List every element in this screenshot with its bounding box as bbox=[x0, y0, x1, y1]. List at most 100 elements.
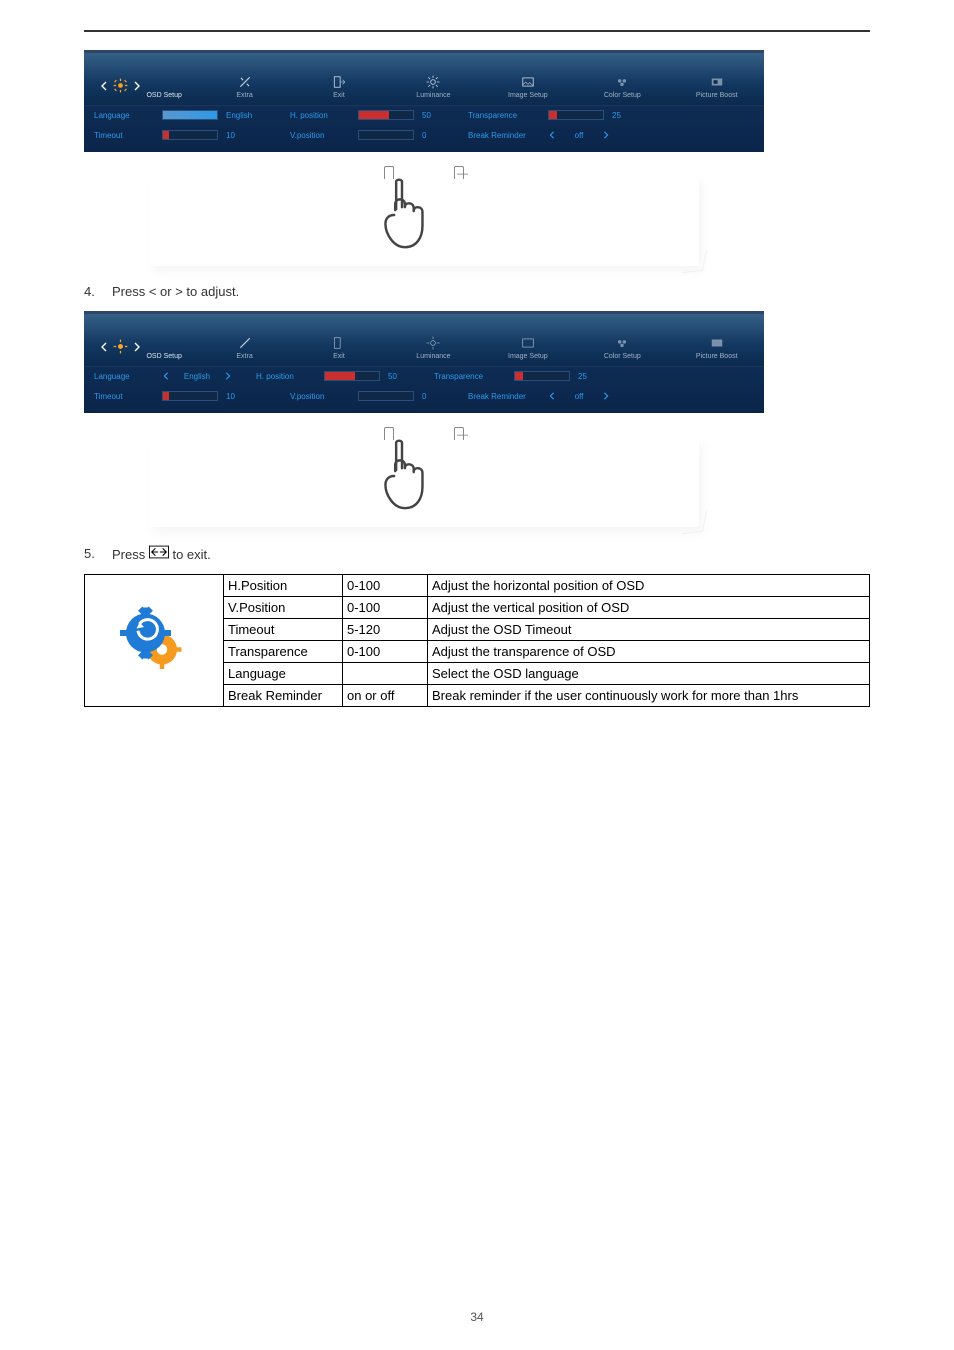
param-value: 50 bbox=[422, 111, 444, 120]
sun-icon bbox=[426, 336, 440, 350]
param-value: 25 bbox=[578, 372, 600, 381]
osd-panel-2: OSD Setup Extra Exit Luminance Image Set… bbox=[84, 311, 764, 533]
exit-icon bbox=[332, 336, 346, 350]
param-range: 5-120 bbox=[343, 619, 428, 641]
top-rule bbox=[84, 30, 870, 32]
tab-label: Luminance bbox=[416, 353, 450, 360]
param-label: Timeout bbox=[94, 392, 154, 401]
tab-extra[interactable]: Extra bbox=[197, 336, 291, 366]
param-desc: Select the OSD language bbox=[428, 663, 870, 685]
param-desc: Adjust the transparence of OSD bbox=[428, 641, 870, 663]
param-value: 0 bbox=[422, 392, 444, 401]
param-value: off bbox=[564, 131, 594, 140]
osd-params-table: H.Position 0-100 Adjust the horizontal p… bbox=[84, 574, 870, 707]
param-value: 0 bbox=[422, 131, 444, 140]
param-name: Timeout bbox=[224, 619, 343, 641]
slider[interactable] bbox=[162, 130, 218, 140]
param-range: on or off bbox=[343, 685, 428, 707]
tab-extra[interactable]: Extra bbox=[197, 75, 291, 105]
osd-panel-1: OSD Setup Extra Exit Luminance Image Set… bbox=[84, 50, 764, 272]
tools-icon bbox=[238, 75, 252, 89]
osd-tabs: OSD Setup Extra Exit Luminance Image Set… bbox=[84, 314, 764, 366]
param-label: H. position bbox=[290, 111, 350, 120]
tab-color-setup[interactable]: Color Setup bbox=[575, 336, 669, 366]
param-value: English bbox=[226, 111, 266, 120]
slider[interactable] bbox=[548, 110, 604, 120]
tab-label: Luminance bbox=[416, 92, 450, 99]
tab-label: Picture Boost bbox=[696, 353, 738, 360]
param-value: 10 bbox=[226, 392, 266, 401]
image-icon bbox=[521, 75, 535, 89]
table-row: H.Position 0-100 Adjust the horizontal p… bbox=[85, 575, 870, 597]
palette-icon bbox=[615, 75, 629, 89]
tab-luminance[interactable]: Luminance bbox=[386, 336, 480, 366]
param-range: 0-100 bbox=[343, 641, 428, 663]
slider[interactable] bbox=[162, 110, 218, 120]
param-name: Transparence bbox=[224, 641, 343, 663]
touch-illustration: — bbox=[84, 152, 764, 272]
touch-illustration: — bbox=[84, 413, 764, 533]
picture-boost-icon bbox=[710, 75, 724, 89]
arrow-left-icon[interactable] bbox=[548, 131, 556, 139]
tab-image-setup[interactable]: Image Setup bbox=[481, 75, 575, 105]
tab-luminance[interactable]: Luminance bbox=[386, 75, 480, 105]
arrow-left-icon[interactable] bbox=[548, 392, 556, 400]
arrow-right-icon[interactable] bbox=[224, 372, 232, 380]
param-label: H. position bbox=[256, 372, 316, 381]
step-text: Press < or > to adjust. bbox=[112, 284, 239, 299]
tools-icon bbox=[238, 336, 252, 350]
auto-exit-icon bbox=[149, 545, 169, 559]
step-number: 5. bbox=[84, 546, 98, 561]
tab-image-setup[interactable]: Image Setup bbox=[481, 336, 575, 366]
tab-label: Picture Boost bbox=[696, 92, 738, 99]
tab-picture-boost[interactable]: Picture Boost bbox=[670, 75, 764, 105]
param-desc: Break reminder if the user continuously … bbox=[428, 685, 870, 707]
tab-exit[interactable]: Exit bbox=[292, 75, 386, 105]
param-label: Timeout bbox=[94, 131, 154, 140]
step-text-a: Press bbox=[112, 547, 149, 562]
slider[interactable] bbox=[162, 391, 218, 401]
param-range: 0-100 bbox=[343, 597, 428, 619]
step-text-b: to exit. bbox=[172, 547, 210, 562]
picture-boost-icon bbox=[710, 336, 724, 350]
param-desc: Adjust the vertical position of OSD bbox=[428, 597, 870, 619]
param-label: Language bbox=[94, 372, 154, 381]
arrow-left-icon[interactable] bbox=[162, 372, 170, 380]
param-range: 0-100 bbox=[343, 575, 428, 597]
osd-tabs: OSD Setup Extra Exit Luminance Image Set… bbox=[84, 53, 764, 105]
tab-label: Image Setup bbox=[508, 353, 548, 360]
tab-osd-setup[interactable]: OSD Setup bbox=[84, 339, 197, 366]
param-name: Language bbox=[224, 663, 343, 685]
tab-exit[interactable]: Exit bbox=[292, 336, 386, 366]
hand-icon bbox=[371, 437, 433, 520]
param-value: English bbox=[178, 372, 216, 381]
tab-osd-setup[interactable]: OSD Setup bbox=[84, 78, 197, 105]
slider[interactable] bbox=[514, 371, 570, 381]
osd-row-2: Timeout 10 V.position 0 Break Reminder o… bbox=[84, 387, 764, 407]
image-icon bbox=[521, 336, 535, 350]
tab-color-setup[interactable]: Color Setup bbox=[575, 75, 669, 105]
slider[interactable] bbox=[358, 110, 414, 120]
slider[interactable] bbox=[358, 391, 414, 401]
param-value: 10 bbox=[226, 131, 266, 140]
slider[interactable] bbox=[358, 130, 414, 140]
slider[interactable] bbox=[324, 371, 380, 381]
param-label: Language bbox=[94, 111, 154, 120]
step-4: 4. Press < or > to adjust. bbox=[84, 284, 870, 299]
param-name: H.Position bbox=[224, 575, 343, 597]
param-label: Break Reminder bbox=[468, 131, 540, 140]
tab-picture-boost[interactable]: Picture Boost bbox=[670, 336, 764, 366]
param-name: V.Position bbox=[224, 597, 343, 619]
param-value: 50 bbox=[388, 372, 410, 381]
param-name: Break Reminder bbox=[224, 685, 343, 707]
arrow-right-icon[interactable] bbox=[602, 392, 610, 400]
param-label: V.position bbox=[290, 131, 350, 140]
tab-label: OSD Setup bbox=[146, 92, 181, 99]
param-label: Transparence bbox=[434, 372, 506, 381]
param-value: 25 bbox=[612, 111, 634, 120]
param-desc: Adjust the horizontal position of OSD bbox=[428, 575, 870, 597]
osd-row-2: Timeout 10 V.position 0 Break Reminder o… bbox=[84, 126, 764, 146]
arrow-right-icon[interactable] bbox=[602, 131, 610, 139]
param-range bbox=[343, 663, 428, 685]
sun-icon bbox=[426, 75, 440, 89]
